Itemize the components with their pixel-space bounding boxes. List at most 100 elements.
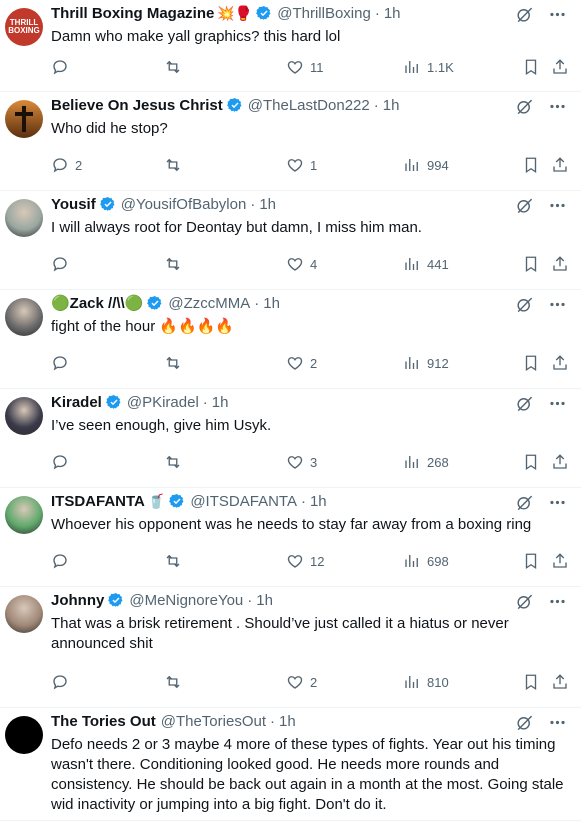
bookmark-button[interactable]: [522, 255, 540, 273]
tweet[interactable]: 🟢Zack //\\🟢 @ZzccMMA · 1h fight of the hour …: [0, 290, 581, 389]
avatar[interactable]: THRILL BOXING: [5, 8, 43, 46]
views-button[interactable]: 810: [403, 673, 449, 691]
bookmark-button[interactable]: [522, 552, 540, 570]
more-options-icon[interactable]: [548, 592, 567, 611]
more-options-icon[interactable]: [548, 97, 567, 116]
retweet-button[interactable]: [164, 673, 182, 691]
like-button[interactable]: 4: [286, 255, 317, 273]
share-button[interactable]: [551, 453, 569, 471]
timestamp[interactable]: 1h: [384, 5, 401, 22]
retweet-button[interactable]: [164, 354, 182, 372]
display-name[interactable]: Yousif: [51, 196, 96, 213]
retweet-button[interactable]: [164, 552, 182, 570]
share-button[interactable]: [551, 255, 569, 273]
avatar[interactable]: [5, 716, 43, 754]
bookmark-button[interactable]: [522, 453, 540, 471]
avatar[interactable]: [5, 100, 43, 138]
tweet[interactable]: ITSDAFANTA 🥤 @ITSDAFANTA · 1h Whoever his opp…: [0, 488, 581, 587]
display-name[interactable]: The Tories Out: [51, 713, 156, 730]
tweet[interactable]: Johnny @MeNignoreYou · 1h That was a brisk r…: [0, 587, 581, 708]
share-button[interactable]: [551, 673, 569, 691]
user-handle[interactable]: @TheToriesOut: [161, 713, 266, 730]
grok-icon[interactable]: [515, 5, 534, 24]
grok-icon[interactable]: [515, 97, 534, 116]
views-button[interactable]: 441: [403, 255, 449, 273]
views-button[interactable]: 994: [403, 156, 449, 174]
share-button[interactable]: [551, 354, 569, 372]
reply-button[interactable]: [51, 552, 75, 570]
bookmark-button[interactable]: [522, 354, 540, 372]
timestamp[interactable]: 1h: [212, 394, 229, 411]
timestamp[interactable]: 1h: [259, 196, 276, 213]
reply-button[interactable]: [51, 354, 75, 372]
grok-icon[interactable]: [515, 493, 534, 512]
like-button[interactable]: 1: [286, 156, 317, 174]
more-options-icon[interactable]: [548, 493, 567, 512]
heart-icon: [286, 156, 304, 174]
more-options-icon[interactable]: [548, 295, 567, 314]
avatar[interactable]: [5, 298, 43, 336]
more-options-icon[interactable]: [548, 394, 567, 413]
more-options-icon[interactable]: [548, 5, 567, 24]
display-name[interactable]: Believe On Jesus Christ: [51, 97, 223, 114]
avatar[interactable]: [5, 397, 43, 435]
user-handle[interactable]: @ITSDAFANTA: [190, 493, 297, 510]
grok-icon[interactable]: [515, 196, 534, 215]
share-button[interactable]: [551, 58, 569, 76]
bookmark-button[interactable]: [522, 673, 540, 691]
like-button[interactable]: 11: [286, 58, 324, 76]
display-name[interactable]: ITSDAFANTA: [51, 493, 145, 510]
retweet-button[interactable]: [164, 156, 182, 174]
timestamp[interactable]: 1h: [263, 295, 280, 312]
views-button[interactable]: 698: [403, 552, 449, 570]
user-handle[interactable]: @ZzccMMA: [168, 295, 250, 312]
avatar[interactable]: [5, 595, 43, 633]
bookmark-button[interactable]: [522, 156, 540, 174]
more-options-icon[interactable]: [548, 196, 567, 215]
views-button[interactable]: 912: [403, 354, 449, 372]
share-button[interactable]: [551, 552, 569, 570]
timestamp[interactable]: 1h: [383, 97, 400, 114]
tweet[interactable]: Believe On Jesus Christ @TheLastDon222 · 1h…: [0, 92, 581, 191]
avatar[interactable]: [5, 199, 43, 237]
display-name[interactable]: Thrill Boxing Magazine: [51, 5, 214, 22]
reply-button[interactable]: [51, 673, 75, 691]
timestamp[interactable]: 1h: [279, 713, 296, 730]
avatar-image: [5, 716, 43, 754]
retweet-button[interactable]: [164, 58, 182, 76]
display-name[interactable]: Johnny: [51, 592, 104, 609]
avatar[interactable]: [5, 496, 43, 534]
user-handle[interactable]: @TheLastDon222: [248, 97, 370, 114]
bookmark-button[interactable]: [522, 58, 540, 76]
tweet[interactable]: Kiradel @PKiradel · 1h I’ve seen enough, giv…: [0, 389, 581, 488]
display-name[interactable]: 🟢Zack //\\🟢: [51, 294, 143, 312]
like-button[interactable]: 2: [286, 673, 317, 691]
grok-icon[interactable]: [515, 394, 534, 413]
grok-icon[interactable]: [515, 295, 534, 314]
user-handle[interactable]: @ThrillBoxing: [277, 5, 371, 22]
retweet-button[interactable]: [164, 453, 182, 471]
timestamp[interactable]: 1h: [310, 493, 327, 510]
grok-icon[interactable]: [515, 713, 534, 732]
user-handle[interactable]: @MeNignoreYou: [129, 592, 243, 609]
share-button[interactable]: [551, 156, 569, 174]
like-button[interactable]: 12: [286, 552, 324, 570]
more-options-icon[interactable]: [548, 713, 567, 732]
grok-icon[interactable]: [515, 592, 534, 611]
reply-button[interactable]: 2: [51, 156, 82, 174]
retweet-button[interactable]: [164, 255, 182, 273]
timestamp[interactable]: 1h: [256, 592, 273, 609]
tweet[interactable]: The Tories Out @TheToriesOut · 1h Defo needs…: [0, 708, 581, 821]
display-name[interactable]: Kiradel: [51, 394, 102, 411]
like-button[interactable]: 3: [286, 453, 317, 471]
reply-button[interactable]: [51, 453, 75, 471]
user-handle[interactable]: @YousifOfBabylon: [121, 196, 247, 213]
like-button[interactable]: 2: [286, 354, 317, 372]
tweet[interactable]: THRILL BOXING Thrill Boxing Magazine 💥🥊 @Thr…: [0, 0, 581, 92]
reply-button[interactable]: [51, 58, 75, 76]
user-handle[interactable]: @PKiradel: [127, 394, 199, 411]
reply-button[interactable]: [51, 255, 75, 273]
views-button[interactable]: 268: [403, 453, 449, 471]
views-button[interactable]: 1.1K: [403, 58, 454, 76]
tweet[interactable]: Yousif @YousifOfBabylon · 1h I will always r…: [0, 191, 581, 290]
